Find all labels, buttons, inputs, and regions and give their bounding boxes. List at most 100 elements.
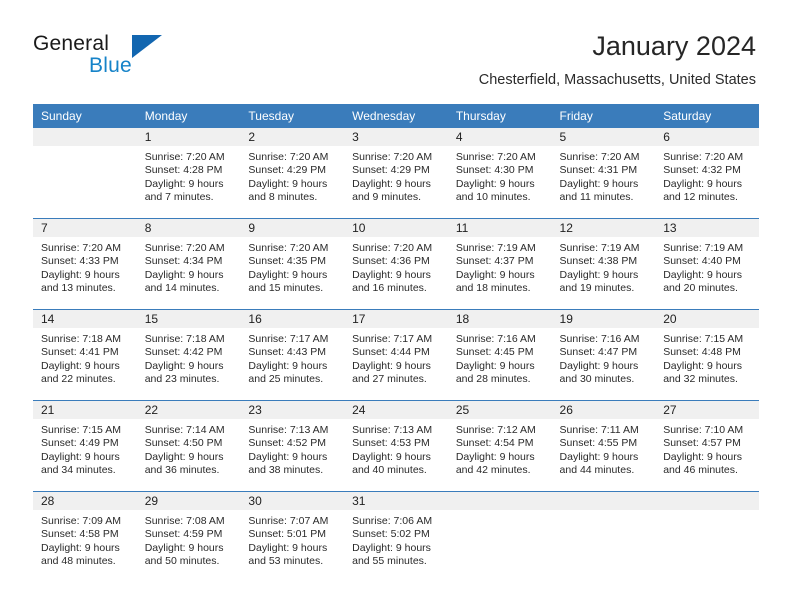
sunset-time: Sunset: 4:34 PM bbox=[144, 255, 223, 268]
calendar-day-cell[interactable]: 23 Sunrise: 7:13 AM Sunset: 4:52 PM Dayligh… bbox=[240, 400, 345, 492]
day-sun-info: Sunrise: 7:19 AM Sunset: 4:40 PM Daylight:… bbox=[655, 237, 759, 296]
sunrise-time: Sunrise: 7:12 AM bbox=[455, 424, 536, 436]
day-sun-info: Sunrise: 7:20 AM Sunset: 4:32 PM Daylight:… bbox=[655, 146, 759, 205]
calendar-day-cell[interactable]: 28 Sunrise: 7:09 AM Sunset: 4:58 PM Dayligh… bbox=[33, 491, 137, 582]
day-cell-inner: 15 Sunrise: 7:18 AM Sunset: 4:42 PM Dayligh… bbox=[136, 310, 241, 400]
sunrise-time: Sunrise: 7:11 AM bbox=[559, 424, 639, 436]
triangle-icon bbox=[132, 35, 162, 58]
calendar-day-cell[interactable] bbox=[655, 491, 759, 582]
calendar-day-cell[interactable]: 5 Sunrise: 7:20 AM Sunset: 4:31 PM Daylight… bbox=[551, 128, 656, 219]
calendar-day-cell[interactable]: 20 Sunrise: 7:15 AM Sunset: 4:48 PM Dayligh… bbox=[655, 309, 759, 401]
calendar-day-cell[interactable]: 3 Sunrise: 7:20 AM Sunset: 4:29 PM Daylight… bbox=[344, 128, 448, 219]
day-sun-info: Sunrise: 7:16 AM Sunset: 4:47 PM Daylight:… bbox=[552, 328, 656, 387]
day-number: 9 bbox=[240, 219, 345, 237]
calendar-day-cell[interactable]: 7 Sunrise: 7:20 AM Sunset: 4:33 PM Daylight… bbox=[33, 218, 137, 310]
calendar-day-cell[interactable]: 31 Sunrise: 7:06 AM Sunset: 5:02 PM Dayligh… bbox=[344, 491, 448, 582]
calendar-day-cell[interactable] bbox=[33, 128, 137, 219]
calendar-day-cell[interactable]: 17 Sunrise: 7:17 AM Sunset: 4:44 PM Dayligh… bbox=[344, 309, 448, 401]
sunrise-time: Sunrise: 7:17 AM bbox=[352, 333, 433, 345]
daylight-duration-line-2: and 10 minutes. bbox=[455, 191, 531, 204]
calendar-day-cell[interactable]: 18 Sunrise: 7:16 AM Sunset: 4:45 PM Dayligh… bbox=[447, 309, 552, 401]
sunrise-time: Sunrise: 7:09 AM bbox=[41, 515, 121, 527]
sunset-time: Sunset: 4:41 PM bbox=[41, 346, 119, 359]
day-sun-info: Sunrise: 7:13 AM Sunset: 4:53 PM Daylight:… bbox=[344, 419, 448, 478]
daylight-duration-line-1: Daylight: 9 hours bbox=[663, 359, 743, 372]
day-sun-info: Sunrise: 7:12 AM Sunset: 4:54 PM Daylight:… bbox=[448, 419, 552, 478]
calendar-day-cell[interactable]: 1 Sunrise: 7:20 AM Sunset: 4:28 PM Daylight… bbox=[136, 128, 241, 219]
weekday-header-thursday: Thursday bbox=[447, 104, 552, 128]
calendar-day-cell[interactable]: 27 Sunrise: 7:10 AM Sunset: 4:57 PM Dayligh… bbox=[655, 400, 759, 492]
sunset-time: Sunset: 4:53 PM bbox=[352, 437, 430, 450]
calendar-day-cell[interactable]: 6 Sunrise: 7:20 AM Sunset: 4:32 PM Daylight… bbox=[655, 128, 759, 219]
day-cell-inner: 26 Sunrise: 7:11 AM Sunset: 4:55 PM Dayligh… bbox=[551, 401, 656, 491]
daylight-duration-line-2: and 42 minutes. bbox=[455, 464, 531, 477]
calendar-day-cell[interactable]: 8 Sunrise: 7:20 AM Sunset: 4:34 PM Daylight… bbox=[136, 218, 241, 310]
weekday-header-sunday: Sunday bbox=[33, 104, 137, 128]
sunrise-time: Sunrise: 7:20 AM bbox=[352, 242, 433, 254]
day-number: 10 bbox=[344, 219, 448, 237]
day-number: 17 bbox=[344, 310, 448, 328]
calendar-day-cell[interactable] bbox=[447, 491, 552, 582]
calendar-day-cell[interactable]: 21 Sunrise: 7:15 AM Sunset: 4:49 PM Dayligh… bbox=[33, 400, 137, 492]
calendar-week-row: 14 Sunrise: 7:18 AM Sunset: 4:41 PM Dayligh… bbox=[33, 309, 759, 401]
daylight-duration-line-1: Daylight: 9 hours bbox=[248, 450, 328, 463]
calendar-day-cell[interactable]: 24 Sunrise: 7:13 AM Sunset: 4:53 PM Dayligh… bbox=[344, 400, 448, 492]
calendar-day-cell[interactable]: 30 Sunrise: 7:07 AM Sunset: 5:01 PM Dayligh… bbox=[240, 491, 345, 582]
sunrise-time: Sunrise: 7:20 AM bbox=[248, 242, 329, 254]
day-number: 30 bbox=[240, 492, 345, 510]
calendar-day-cell[interactable]: 19 Sunrise: 7:16 AM Sunset: 4:47 PM Dayligh… bbox=[551, 309, 656, 401]
daylight-duration-line-2: and 55 minutes. bbox=[352, 555, 427, 568]
sunset-time: Sunset: 4:35 PM bbox=[248, 255, 327, 268]
daylight-duration-line-1: Daylight: 9 hours bbox=[352, 359, 431, 372]
calendar-day-cell[interactable]: 13 Sunrise: 7:19 AM Sunset: 4:40 PM Dayligh… bbox=[655, 218, 759, 310]
daylight-duration-line-1: Daylight: 9 hours bbox=[352, 450, 431, 463]
day-sun-info: Sunrise: 7:20 AM Sunset: 4:36 PM Daylight:… bbox=[344, 237, 448, 296]
calendar-day-cell[interactable]: 22 Sunrise: 7:14 AM Sunset: 4:50 PM Dayligh… bbox=[136, 400, 241, 492]
sunrise-time: Sunrise: 7:17 AM bbox=[248, 333, 329, 345]
day-sun-info: Sunrise: 7:07 AM Sunset: 5:01 PM Daylight:… bbox=[240, 510, 344, 569]
day-number: 2 bbox=[240, 128, 345, 146]
sunset-time: Sunset: 4:59 PM bbox=[144, 528, 223, 541]
day-cell-inner: 3 Sunrise: 7:20 AM Sunset: 4:29 PM Daylight… bbox=[344, 128, 448, 218]
daylight-duration-line-1: Daylight: 9 hours bbox=[663, 268, 743, 281]
daylight-duration-line-2: and 18 minutes. bbox=[455, 282, 531, 295]
calendar-day-cell[interactable]: 11 Sunrise: 7:19 AM Sunset: 4:37 PM Dayligh… bbox=[447, 218, 552, 310]
general-blue-logo: General Blue bbox=[33, 28, 173, 80]
sunset-time: Sunset: 4:33 PM bbox=[41, 255, 119, 268]
day-sun-info: Sunrise: 7:20 AM Sunset: 4:34 PM Daylight:… bbox=[137, 237, 241, 296]
calendar-day-cell[interactable]: 14 Sunrise: 7:18 AM Sunset: 4:41 PM Dayligh… bbox=[33, 309, 137, 401]
calendar-day-cell[interactable]: 10 Sunrise: 7:20 AM Sunset: 4:36 PM Dayligh… bbox=[344, 218, 448, 310]
calendar-table: Sunday Monday Tuesday Wednesday Thursday… bbox=[33, 104, 759, 582]
daylight-duration-line-2: and 23 minutes. bbox=[144, 373, 220, 386]
daylight-duration-line-1: Daylight: 9 hours bbox=[248, 268, 328, 281]
calendar-day-cell[interactable]: 2 Sunrise: 7:20 AM Sunset: 4:29 PM Daylight… bbox=[240, 128, 345, 219]
daylight-duration-line-2: and 38 minutes. bbox=[248, 464, 324, 477]
daylight-duration-line-1: Daylight: 9 hours bbox=[352, 177, 431, 190]
calendar-day-cell[interactable]: 16 Sunrise: 7:17 AM Sunset: 4:43 PM Dayligh… bbox=[240, 309, 345, 401]
daylight-duration-line-1: Daylight: 9 hours bbox=[455, 177, 535, 190]
daylight-duration-line-2: and 44 minutes. bbox=[559, 464, 635, 477]
day-sun-info: Sunrise: 7:20 AM Sunset: 4:28 PM Daylight:… bbox=[137, 146, 241, 205]
calendar-day-cell[interactable]: 26 Sunrise: 7:11 AM Sunset: 4:55 PM Dayligh… bbox=[551, 400, 656, 492]
day-number: 24 bbox=[344, 401, 448, 419]
daylight-duration-line-1: Daylight: 9 hours bbox=[559, 359, 639, 372]
calendar-page: General Blue January 2024 Chesterfield, … bbox=[0, 0, 792, 612]
daylight-duration-line-1: Daylight: 9 hours bbox=[248, 359, 328, 372]
calendar-day-cell[interactable]: 9 Sunrise: 7:20 AM Sunset: 4:35 PM Daylight… bbox=[240, 218, 345, 310]
sunrise-time: Sunrise: 7:20 AM bbox=[455, 151, 536, 163]
day-number: 31 bbox=[344, 492, 448, 510]
day-number: 18 bbox=[447, 310, 552, 328]
calendar-week-row: 28 Sunrise: 7:09 AM Sunset: 4:58 PM Dayligh… bbox=[33, 491, 759, 582]
daylight-duration-line-2: and 48 minutes. bbox=[41, 555, 116, 568]
calendar-day-cell[interactable]: 15 Sunrise: 7:18 AM Sunset: 4:42 PM Dayligh… bbox=[136, 309, 241, 401]
sunrise-time: Sunrise: 7:08 AM bbox=[144, 515, 225, 527]
daylight-duration-line-1: Daylight: 9 hours bbox=[352, 541, 431, 554]
day-cell-inner: 30 Sunrise: 7:07 AM Sunset: 5:01 PM Dayligh… bbox=[240, 492, 345, 582]
calendar-day-cell[interactable]: 12 Sunrise: 7:19 AM Sunset: 4:38 PM Dayligh… bbox=[551, 218, 656, 310]
calendar-day-cell[interactable]: 29 Sunrise: 7:08 AM Sunset: 4:59 PM Dayligh… bbox=[136, 491, 241, 582]
calendar-day-cell[interactable]: 4 Sunrise: 7:20 AM Sunset: 4:30 PM Daylight… bbox=[447, 128, 552, 219]
day-number: 4 bbox=[447, 128, 552, 146]
calendar-day-cell[interactable] bbox=[551, 491, 656, 582]
sunset-time: Sunset: 4:48 PM bbox=[663, 346, 741, 359]
calendar-day-cell[interactable]: 25 Sunrise: 7:12 AM Sunset: 4:54 PM Dayligh… bbox=[447, 400, 552, 492]
